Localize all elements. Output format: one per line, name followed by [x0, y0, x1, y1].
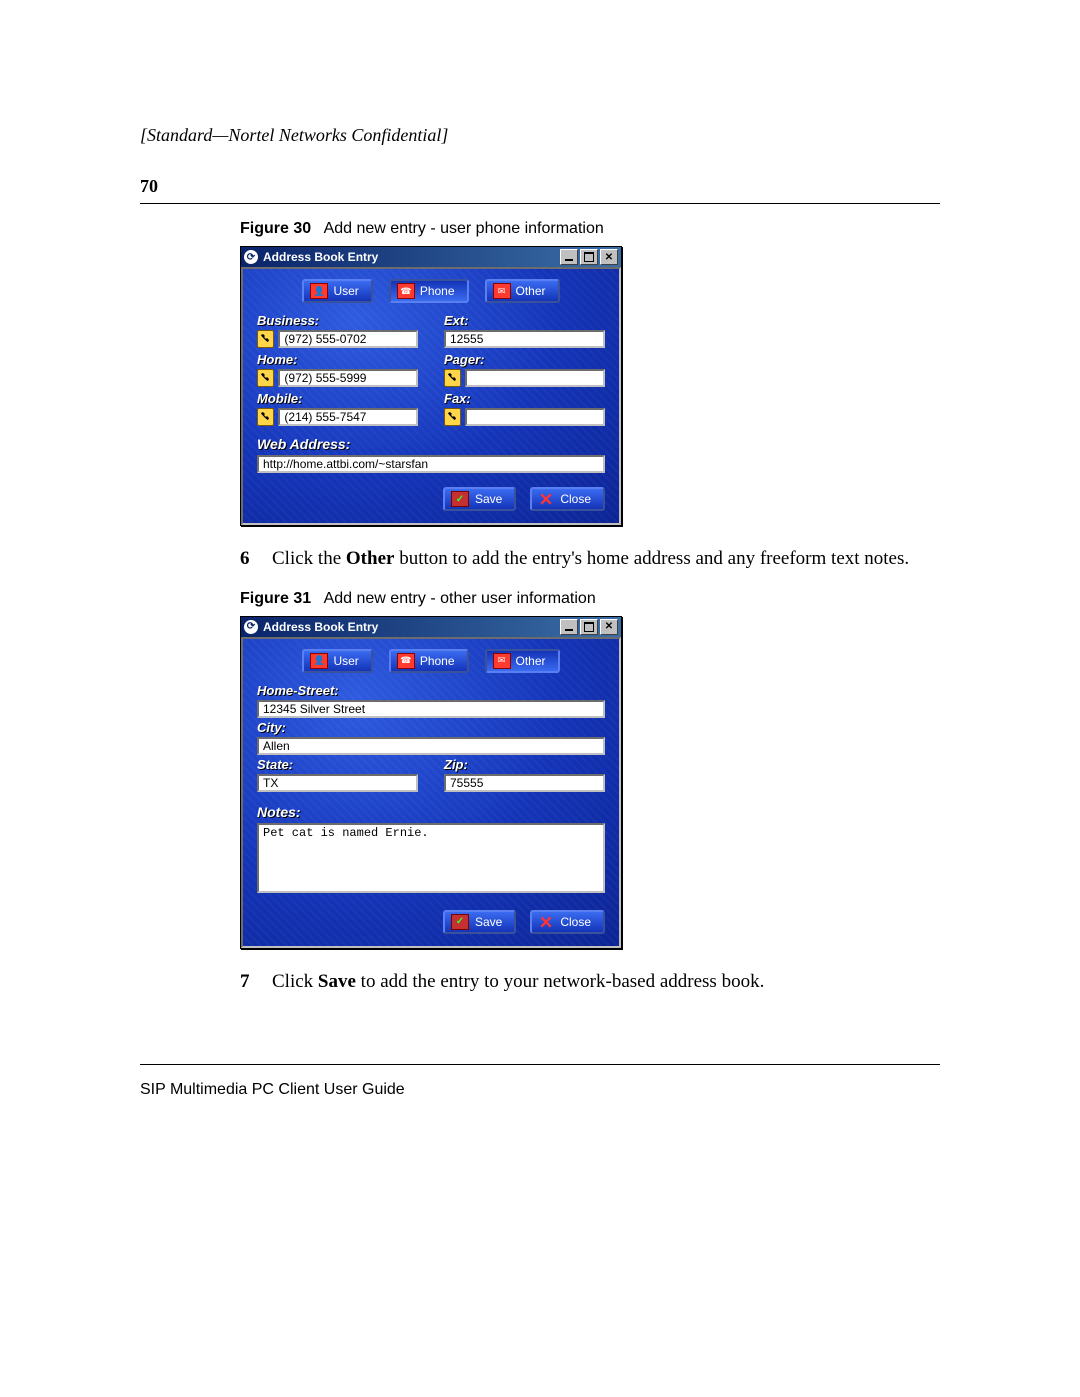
close-icon — [538, 915, 554, 929]
home-label: Home: — [257, 352, 418, 367]
figure31-caption-text: Add new entry - other user information — [324, 590, 596, 607]
maximize-button[interactable] — [580, 619, 598, 635]
tab-phone[interactable]: ☎Phone — [389, 279, 469, 303]
footer-guide: SIP Multimedia PC Client User Guide — [140, 1081, 940, 1099]
street-label: Home-Street: — [257, 683, 605, 698]
other-icon: ✉ — [493, 653, 511, 669]
mobile-input[interactable] — [278, 408, 418, 426]
city-input[interactable] — [257, 737, 605, 755]
bottom-rule — [140, 1064, 940, 1065]
phone-tab-icon: ☎ — [397, 653, 415, 669]
tab-other[interactable]: ✉Other — [485, 279, 560, 303]
user-icon: 👤 — [310, 283, 328, 299]
dialog-phone: ⟳ Address Book Entry ✕ 👤User ☎Phone ✉Oth… — [240, 246, 622, 526]
figure30-label: Figure 30 — [240, 220, 311, 237]
pager-input[interactable] — [465, 369, 605, 387]
titlebar[interactable]: ⟳ Address Book Entry ✕ — [241, 617, 621, 637]
save-button[interactable]: Save — [443, 487, 516, 511]
dialog-other: ⟳ Address Book Entry ✕ 👤User ☎Phone ✉Oth… — [240, 616, 622, 949]
app-icon: ⟳ — [244, 250, 258, 264]
maximize-button[interactable] — [580, 249, 598, 265]
business-label: Business: — [257, 313, 418, 328]
notes-label: Notes: — [257, 804, 605, 820]
phone-tab-icon: ☎ — [397, 283, 415, 299]
mobile-label: Mobile: — [257, 391, 418, 406]
step-6: 6 Click the Other button to add the entr… — [240, 546, 940, 572]
step-number: 7 — [240, 969, 258, 995]
minimize-button[interactable] — [560, 249, 578, 265]
step-7: 7 Click Save to add the entry to your ne… — [240, 969, 940, 995]
page-number: 70 — [140, 176, 940, 197]
tab-other[interactable]: ✉Other — [485, 649, 560, 673]
tab-user[interactable]: 👤User — [302, 649, 372, 673]
ext-label: Ext: — [444, 313, 605, 328]
other-icon: ✉ — [493, 283, 511, 299]
save-icon — [451, 914, 469, 930]
app-icon: ⟳ — [244, 620, 258, 634]
tab-phone[interactable]: ☎Phone — [389, 649, 469, 673]
figure31-label: Figure 31 — [240, 590, 311, 607]
phone-icon[interactable] — [444, 408, 461, 426]
phone-icon[interactable] — [257, 369, 274, 387]
notes-input[interactable] — [257, 823, 605, 893]
close-icon — [538, 492, 554, 506]
city-label: City: — [257, 720, 605, 735]
figure30-caption-text: Add new entry - user phone information — [324, 220, 604, 237]
ext-input[interactable] — [444, 330, 605, 348]
state-label: State: — [257, 757, 418, 772]
fax-label: Fax: — [444, 391, 605, 406]
window-close-button[interactable]: ✕ — [600, 249, 618, 265]
titlebar[interactable]: ⟳ Address Book Entry ✕ — [241, 247, 621, 267]
top-rule — [140, 203, 940, 204]
step-text: Click the Other button to add the entry'… — [272, 546, 909, 572]
pager-label: Pager: — [444, 352, 605, 367]
minimize-button[interactable] — [560, 619, 578, 635]
close-button[interactable]: Close — [530, 487, 605, 511]
save-icon — [451, 491, 469, 507]
web-input[interactable] — [257, 455, 605, 473]
web-label: Web Address: — [257, 436, 605, 452]
business-input[interactable] — [278, 330, 418, 348]
window-close-button[interactable]: ✕ — [600, 619, 618, 635]
save-button[interactable]: Save — [443, 910, 516, 934]
state-input[interactable] — [257, 774, 418, 792]
user-icon: 👤 — [310, 653, 328, 669]
home-input[interactable] — [278, 369, 418, 387]
phone-icon[interactable] — [444, 369, 461, 387]
window-title: Address Book Entry — [263, 620, 378, 634]
street-input[interactable] — [257, 700, 605, 718]
close-button[interactable]: Close — [530, 910, 605, 934]
phone-icon[interactable] — [257, 408, 274, 426]
tab-user[interactable]: 👤User — [302, 279, 372, 303]
phone-icon[interactable] — [257, 330, 274, 348]
window-title: Address Book Entry — [263, 250, 378, 264]
fax-input[interactable] — [465, 408, 605, 426]
step-number: 6 — [240, 546, 258, 572]
figure31-caption: Figure 31 Add new entry - other user inf… — [240, 590, 940, 608]
step-text: Click Save to add the entry to your netw… — [272, 969, 764, 995]
confidential-header: [Standard—Nortel Networks Confidential] — [140, 125, 940, 146]
figure30-caption: Figure 30 Add new entry - user phone inf… — [240, 220, 940, 238]
zip-label: Zip: — [444, 757, 605, 772]
zip-input[interactable] — [444, 774, 605, 792]
